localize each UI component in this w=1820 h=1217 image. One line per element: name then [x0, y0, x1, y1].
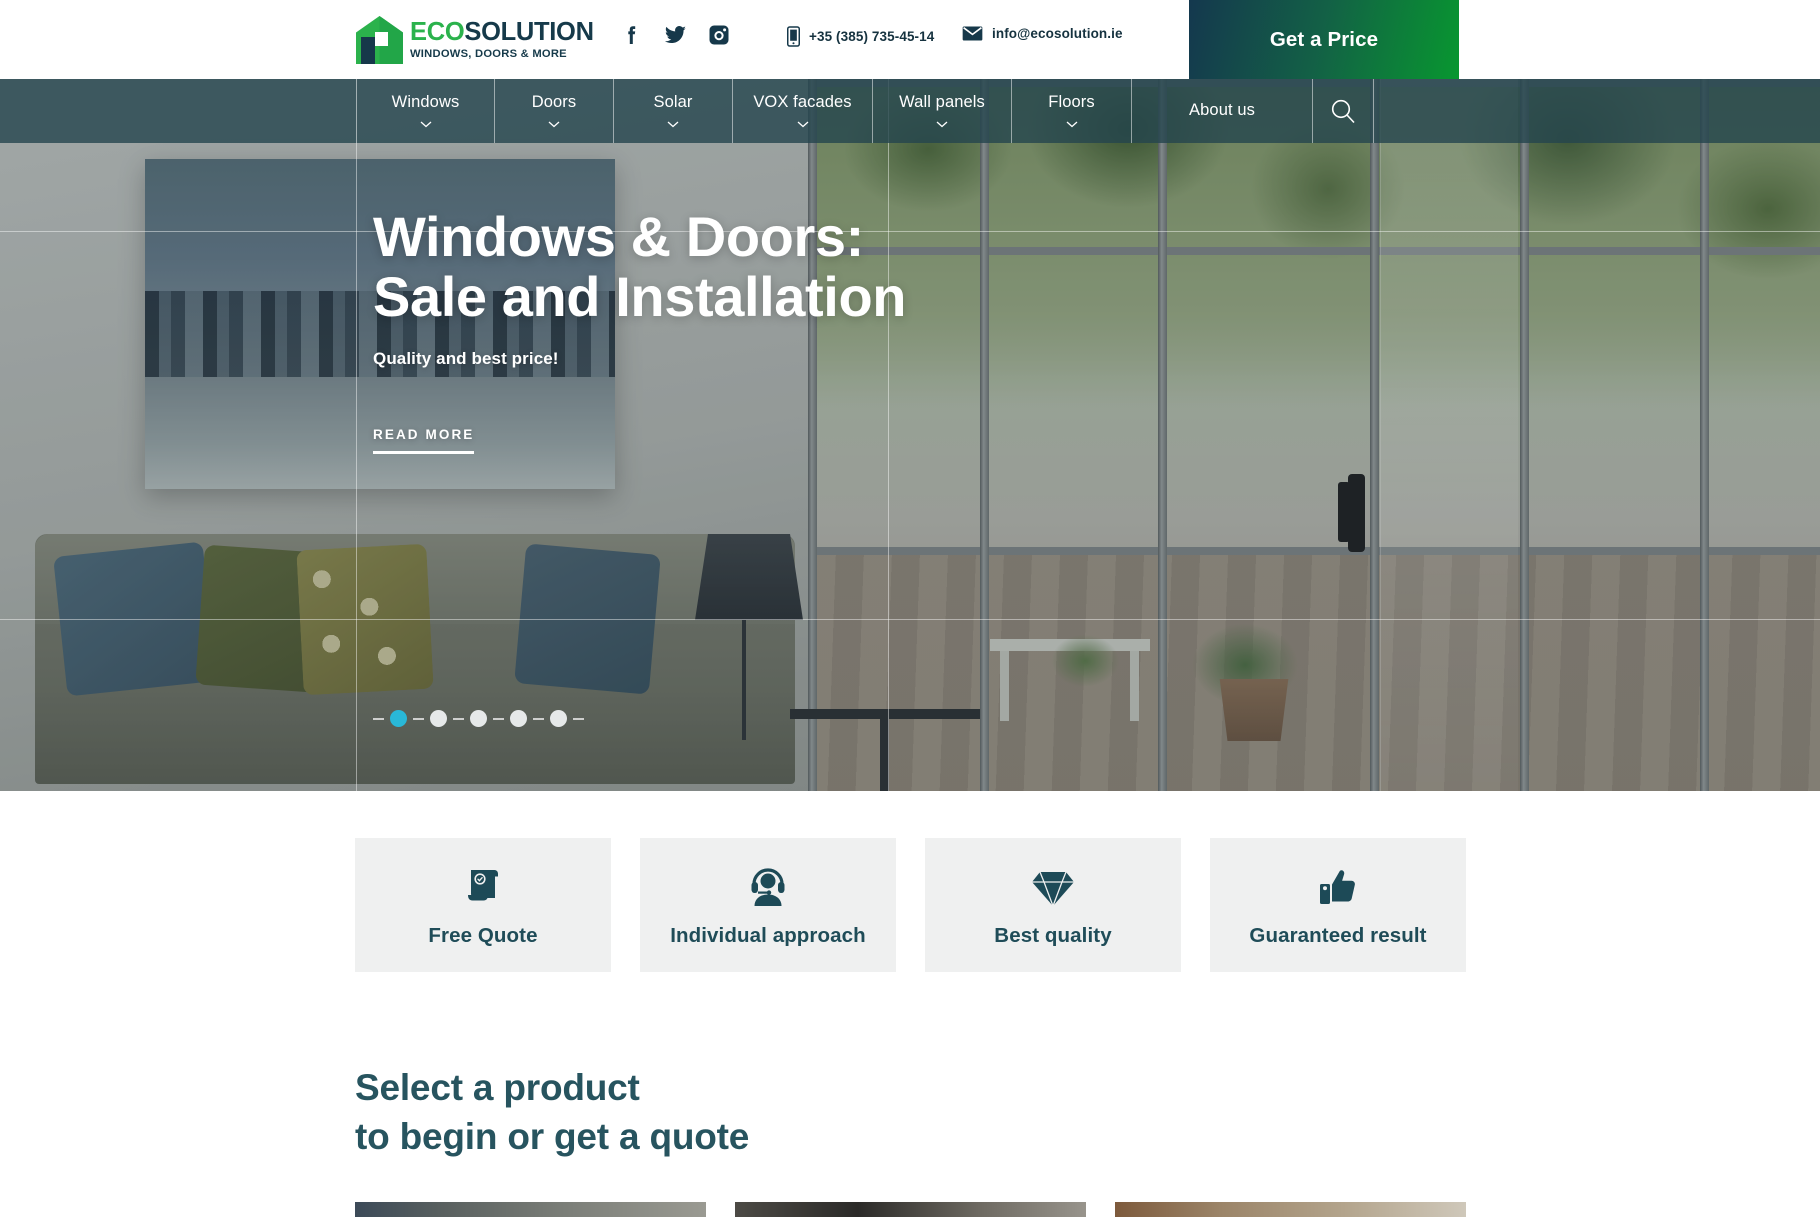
product-card-3[interactable] [1115, 1202, 1466, 1217]
nav-item-about-us[interactable]: About us [1131, 79, 1312, 143]
twitter-icon[interactable] [663, 22, 688, 47]
facebook-icon[interactable] [620, 23, 644, 47]
hero-carousel-dots[interactable] [373, 710, 584, 727]
contact-phone[interactable]: +35 (385) 735-45-14 [787, 26, 934, 47]
logo-name-eco: ECO [410, 18, 465, 47]
diamond-icon [1031, 862, 1075, 908]
search-button[interactable] [1312, 79, 1374, 143]
carousel-dot-5[interactable] [550, 710, 567, 727]
nav-item-label: Floors [1048, 93, 1095, 112]
hero-title: Windows & Doors: Sale and Installation [373, 207, 906, 327]
hero-banner [0, 79, 1820, 791]
thumbs-up-icon [1316, 862, 1360, 908]
decor-gridline-horizontal [0, 619, 1820, 620]
chevron-down-icon [420, 121, 432, 128]
nav-item-label: Solar [653, 93, 693, 112]
hero-title-line-1: Windows & Doors: [373, 205, 864, 268]
hero-subtitle: Quality and best price! [373, 348, 559, 368]
features-row: Free Quote Individual approach Best qual… [355, 838, 1466, 972]
feature-label: Free Quote [428, 924, 538, 947]
hero-read-more-button[interactable]: READ MORE [373, 427, 475, 454]
hero-background-image [0, 79, 1820, 791]
section-title-line-2: to begin or get a quote [355, 1116, 750, 1158]
chevron-down-icon [1066, 121, 1078, 128]
product-card-1[interactable] [355, 1202, 706, 1217]
carousel-dot-4[interactable] [510, 710, 527, 727]
section-title-line-1: Select a product [355, 1067, 640, 1108]
feature-card-guaranteed-result[interactable]: Guaranteed result [1210, 838, 1466, 972]
chevron-down-icon [548, 121, 560, 128]
main-navigation: Windows Doors Solar VOX facades Wall pan… [0, 79, 1820, 143]
top-bar: ECOSOLUTION WINDOWS, DOORS & MORE +35 (3… [0, 0, 1820, 79]
phone-icon [787, 26, 800, 47]
feature-card-individual-approach[interactable]: Individual approach [640, 838, 896, 972]
chevron-down-icon [667, 121, 679, 128]
chevron-down-icon [797, 121, 809, 128]
feature-card-best-quality[interactable]: Best quality [925, 838, 1181, 972]
decor-gridline-vertical [356, 79, 357, 791]
get-a-price-label: Get a Price [1269, 27, 1379, 51]
nav-item-label: Wall panels [899, 93, 985, 112]
hero-copy: Windows & Doors: Sale and Installation Q… [373, 207, 906, 454]
nav-item-label: VOX facades [753, 93, 852, 112]
nav-left-spacer [0, 79, 356, 143]
instagram-icon[interactable] [707, 23, 731, 47]
headset-support-icon [746, 862, 790, 908]
certificate-scroll-icon [461, 862, 505, 908]
nav-item-label: Doors [531, 93, 577, 112]
nav-item-doors[interactable]: Doors [494, 79, 613, 143]
nav-item-label: About us [1189, 100, 1255, 119]
feature-label: Individual approach [670, 924, 866, 947]
carousel-dot-2[interactable] [430, 710, 447, 727]
carousel-dot-3[interactable] [470, 710, 487, 727]
product-card-2[interactable] [735, 1202, 1086, 1217]
search-icon [1330, 98, 1356, 124]
dot-connector [453, 717, 464, 720]
phone-number: +35 (385) 735-45-14 [809, 29, 935, 44]
logo-name-solution: SOLUTION [464, 18, 594, 47]
nav-item-label: Windows [391, 93, 460, 112]
dot-connector [413, 717, 424, 720]
carousel-dot-1[interactable] [390, 710, 407, 727]
dot-connector [533, 717, 544, 720]
nav-item-floors[interactable]: Floors [1011, 79, 1131, 143]
dot-connector [373, 717, 384, 720]
nav-item-wall-panels[interactable]: Wall panels [872, 79, 1011, 143]
feature-card-free-quote[interactable]: Free Quote [355, 838, 611, 972]
feature-label: Guaranteed result [1249, 924, 1427, 947]
logo-tagline: WINDOWS, DOORS & MORE [410, 47, 567, 60]
chevron-down-icon [936, 121, 948, 128]
email-address: info@ecosolution.ie [992, 26, 1123, 41]
nav-item-windows[interactable]: Windows [356, 79, 494, 143]
contact-email[interactable]: info@ecosolution.ie [962, 26, 1123, 41]
social-links [620, 22, 731, 47]
nav-item-vox-facades[interactable]: VOX facades [732, 79, 872, 143]
feature-label: Best quality [994, 924, 1112, 947]
products-section-title: Select a product to begin or get a quote [355, 1063, 749, 1161]
decor-gridline-horizontal [0, 231, 1820, 232]
dot-connector [493, 717, 504, 720]
email-icon [962, 26, 983, 41]
hero-title-line-2: Sale and Installation [373, 264, 907, 328]
nav-item-solar[interactable]: Solar [613, 79, 732, 143]
house-logo-icon [356, 16, 403, 64]
site-logo[interactable]: ECOSOLUTION WINDOWS, DOORS & MORE [356, 16, 594, 64]
dot-connector [573, 717, 584, 720]
product-cards-row [355, 1202, 1466, 1217]
get-a-price-button[interactable]: Get a Price [1189, 0, 1459, 79]
